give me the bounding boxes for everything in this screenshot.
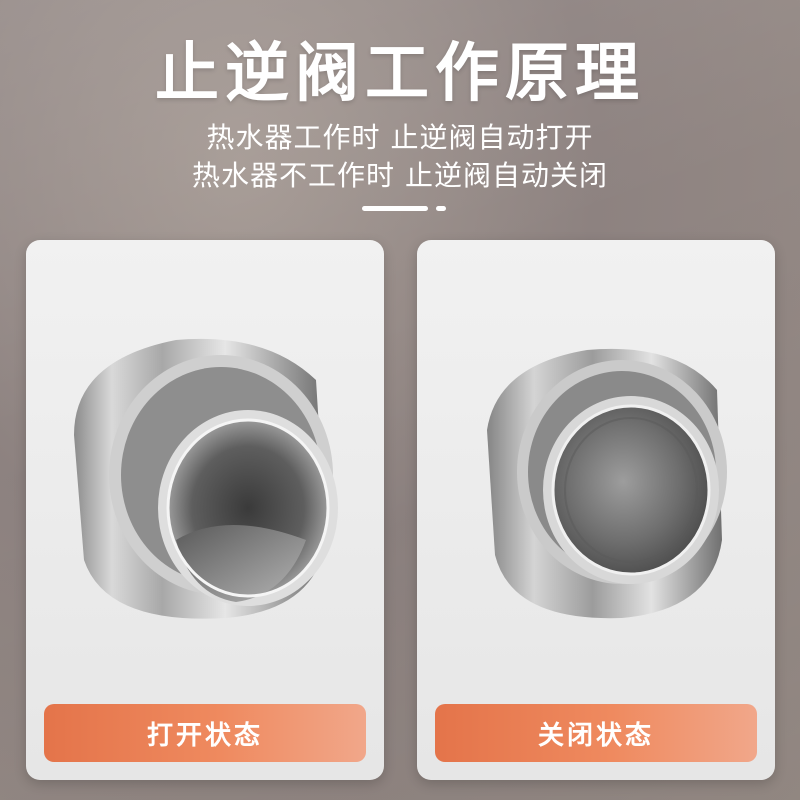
open-state-card: 打开状态 <box>26 240 384 780</box>
closed-state-card: 关闭状态 <box>417 240 775 780</box>
page-title: 止逆阀工作原理 <box>155 37 645 111</box>
subtitle-closed: 热水器不工作时 止逆阀自动关闭 <box>192 159 608 192</box>
divider-long <box>362 206 428 211</box>
subtitle-open: 热水器工作时 止逆阀自动打开 <box>206 121 594 154</box>
valve-open-icon <box>74 338 338 619</box>
divider-short <box>436 206 446 211</box>
valve-closed-icon <box>487 348 727 619</box>
open-state-button[interactable]: 打开状态 <box>44 704 366 762</box>
closed-state-button[interactable]: 关闭状态 <box>435 704 757 762</box>
